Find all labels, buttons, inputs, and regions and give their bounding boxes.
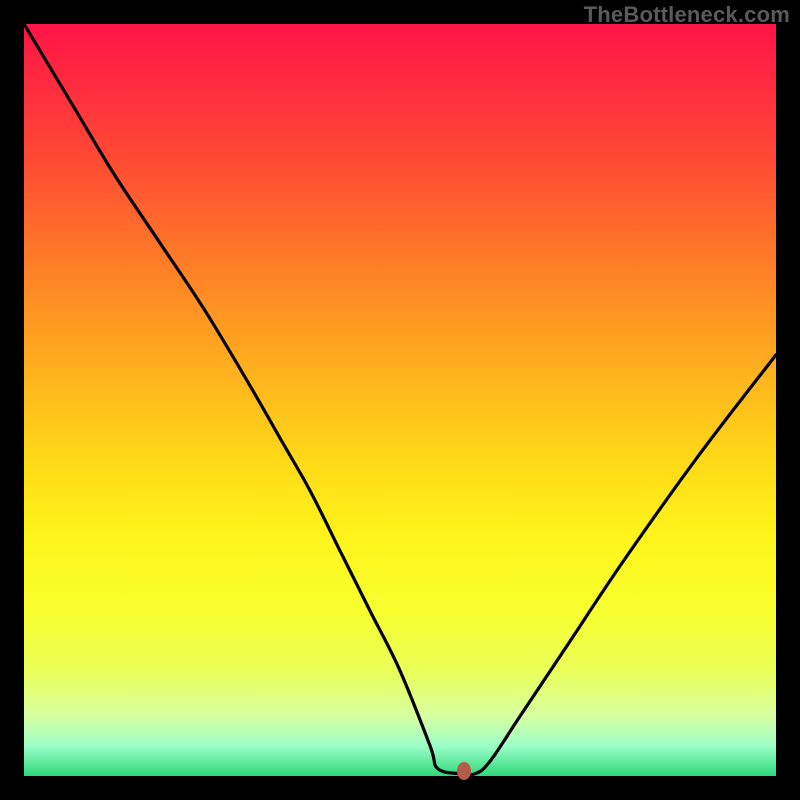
curve-layer	[24, 24, 776, 776]
bottleneck-curve	[24, 24, 776, 775]
plot-area	[24, 24, 776, 776]
chart-container: TheBottleneck.com	[0, 0, 800, 800]
optimum-marker	[457, 762, 471, 780]
